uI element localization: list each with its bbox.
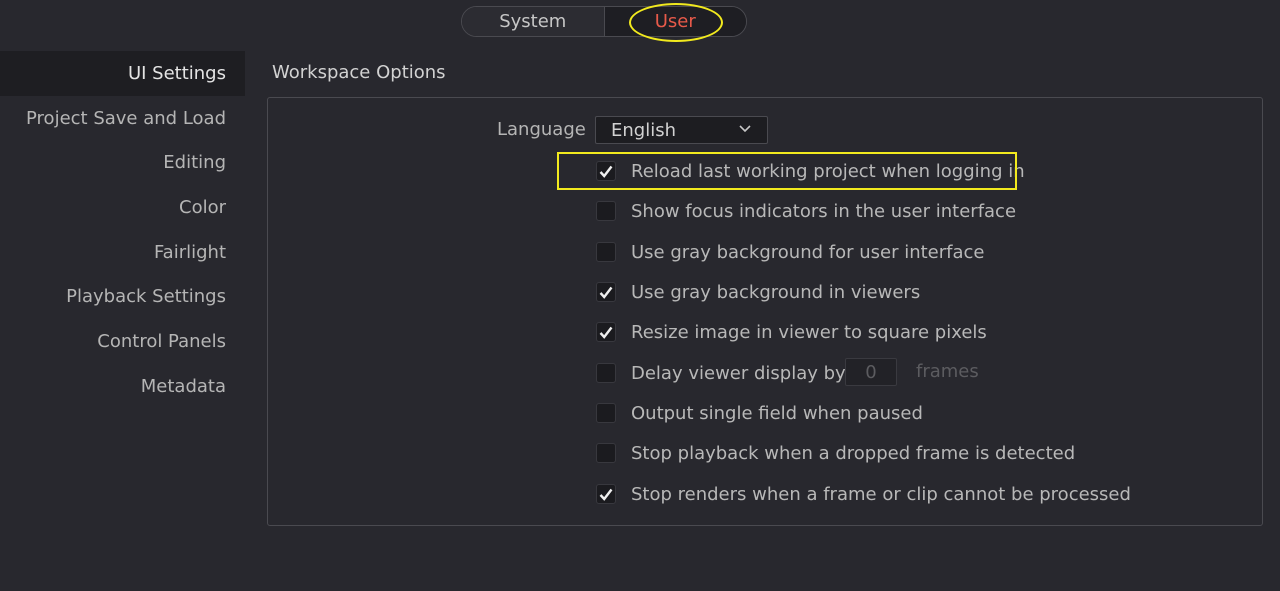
language-select[interactable]: English (595, 116, 768, 144)
sidebar-item-control-panels[interactable]: Control Panels (0, 319, 245, 364)
frames-unit-label: frames (916, 361, 979, 382)
tab-user[interactable]: User (604, 7, 746, 36)
sidebar-item-metadata[interactable]: Metadata (0, 364, 245, 409)
chevron-down-icon (739, 125, 751, 133)
sidebar-item-playback-settings[interactable]: Playback Settings (0, 274, 245, 319)
checkbox-delay-viewer-display[interactable] (596, 363, 616, 383)
option-row: Use gray background in viewers (596, 281, 920, 303)
checkmark-icon (599, 165, 613, 178)
option-row: Stop renders when a frame or clip cannot… (596, 483, 1131, 505)
option-label: Output single field when paused (631, 402, 923, 424)
sidebar-item-project-save-and-load[interactable]: Project Save and Load (0, 96, 245, 141)
option-row: Resize image in viewer to square pixels (596, 321, 987, 343)
system-user-toggle: System User (461, 6, 747, 37)
option-label: Resize image in viewer to square pixels (631, 321, 987, 343)
language-value: English (611, 119, 676, 141)
sidebar-item-editing[interactable]: Editing (0, 140, 245, 185)
option-row: Stop playback when a dropped frame is de… (596, 442, 1075, 464)
sidebar-item-fairlight[interactable]: Fairlight (0, 230, 245, 275)
checkbox-gray-background-ui[interactable] (596, 242, 616, 262)
checkbox-reload-last-project[interactable] (596, 161, 616, 181)
option-row: Use gray background for user interface (596, 241, 985, 263)
option-label: Show focus indicators in the user interf… (631, 200, 1017, 222)
sidebar-item-color[interactable]: Color (0, 185, 245, 230)
checkbox-output-single-field[interactable] (596, 403, 616, 423)
sidebar-item-ui-settings[interactable]: UI Settings (0, 51, 245, 96)
option-label: Stop renders when a frame or clip cannot… (631, 483, 1131, 505)
option-row: Delay viewer display by (596, 362, 846, 384)
delay-frames-input[interactable] (845, 358, 897, 386)
checkbox-stop-playback-dropped-frame[interactable] (596, 443, 616, 463)
section-title: Workspace Options (272, 62, 446, 83)
option-label: Delay viewer display by (631, 362, 846, 384)
option-row: Reload last working project when logging… (596, 160, 1025, 182)
checkbox-resize-square-pixels[interactable] (596, 322, 616, 342)
checkmark-icon (599, 286, 613, 299)
checkmark-icon (599, 326, 613, 339)
option-row: Show focus indicators in the user interf… (596, 200, 1016, 222)
option-row: Output single field when paused (596, 402, 923, 424)
checkbox-gray-background-viewers[interactable] (596, 282, 616, 302)
tab-system[interactable]: System (462, 7, 605, 36)
language-label: Language (497, 119, 586, 140)
checkbox-stop-renders[interactable] (596, 484, 616, 504)
option-label: Use gray background in viewers (631, 281, 921, 303)
option-label: Reload last working project when logging… (631, 160, 1025, 182)
option-label: Use gray background for user interface (631, 241, 985, 263)
option-label: Stop playback when a dropped frame is de… (631, 442, 1076, 464)
checkmark-icon (599, 488, 613, 501)
checkbox-show-focus-indicators[interactable] (596, 201, 616, 221)
sidebar: UI Settings Project Save and Load Editin… (0, 51, 245, 409)
